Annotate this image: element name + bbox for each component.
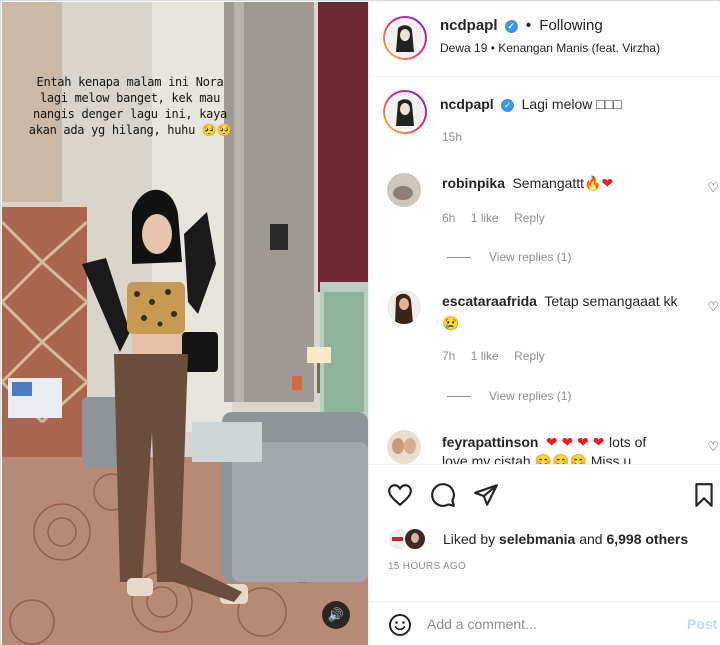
comment-likes[interactable]: 1 like bbox=[471, 349, 499, 363]
post-actions: Liked by selebmania and 6,998 others 15 … bbox=[369, 464, 720, 645]
like-heart-icon[interactable] bbox=[387, 482, 413, 508]
comment-bubble-icon[interactable] bbox=[430, 482, 456, 508]
comment-avatar[interactable] bbox=[387, 430, 421, 464]
comment-line: escataraafrida Tetap semangaaat kk 😢 bbox=[442, 293, 702, 332]
liked-by-count[interactable]: 6,998 others bbox=[606, 531, 688, 547]
comment-text: Tetap semangaaat kk bbox=[544, 293, 678, 309]
post-timestamp[interactable]: 15 HOURS AGO bbox=[388, 561, 466, 572]
comment-heart-emoji: ❤ bbox=[601, 175, 614, 191]
avatar-photo-icon bbox=[387, 173, 421, 207]
author-avatar[interactable] bbox=[383, 16, 427, 60]
comment-text-continued: love my cistah 😊😊😊 Miss u bbox=[442, 453, 632, 464]
liked-by-user[interactable]: selebmania bbox=[499, 531, 575, 547]
divider-line bbox=[447, 396, 471, 398]
comment-time: 6h bbox=[442, 211, 456, 225]
audio-track-link[interactable]: Dewa 19 • Kenangan Manis (feat. Virzha) bbox=[440, 41, 660, 55]
liker-avatar bbox=[403, 527, 427, 551]
like-comment-heart-icon[interactable]: ♡ bbox=[707, 299, 719, 315]
avatar-portrait-icon bbox=[396, 25, 414, 52]
emoji-smiley-icon[interactable] bbox=[388, 613, 412, 637]
separator-dot: • bbox=[525, 17, 532, 34]
post-sidebar: ncdpapl ✓ • Following Dewa 19 • Kenangan… bbox=[368, 2, 720, 645]
author-username[interactable]: ncdpapl bbox=[440, 17, 498, 34]
avatar-photo-icon bbox=[387, 430, 421, 464]
following-button[interactable]: Following bbox=[539, 17, 602, 34]
comment-likes[interactable]: 1 like bbox=[471, 211, 499, 225]
speaker-icon: 🔊 bbox=[327, 607, 345, 622]
divider-line bbox=[447, 257, 471, 259]
comment-username[interactable]: robinpika bbox=[442, 175, 505, 191]
like-comment-heart-icon[interactable]: ♡ bbox=[707, 439, 719, 455]
comments-list[interactable]: ncdpapl ✓ Lagi melow □□□ 15h robinpika S… bbox=[369, 78, 720, 464]
share-paper-plane-icon[interactable] bbox=[473, 482, 499, 508]
comment-avatar[interactable] bbox=[387, 290, 421, 324]
author-line: ncdpapl ✓ • Following bbox=[440, 17, 603, 34]
liked-by-text: Liked by selebmania and 6,998 others bbox=[443, 531, 688, 547]
comment-meta: 6h 1 like Reply bbox=[442, 211, 557, 225]
reply-button[interactable]: Reply bbox=[514, 349, 545, 363]
caption-avatar[interactable] bbox=[383, 90, 427, 134]
comment-line: robinpika Semangattt🔥❤ bbox=[442, 175, 613, 193]
avatar-photo-icon bbox=[387, 290, 421, 324]
view-replies-button[interactable]: View replies (1) bbox=[447, 389, 571, 403]
comment-text: Semangattt🔥 bbox=[512, 175, 602, 191]
caption-line: ncdpapl ✓ Lagi melow □□□ bbox=[440, 96, 622, 114]
comment-username[interactable]: escataraafrida bbox=[442, 293, 537, 309]
avatar-photo-icon bbox=[411, 533, 419, 543]
like-comment-heart-icon[interactable]: ♡ bbox=[707, 180, 719, 196]
liked-by-avatars bbox=[387, 527, 431, 551]
post-comment-button[interactable]: Post bbox=[687, 616, 717, 632]
comment-avatar[interactable] bbox=[387, 173, 421, 207]
mute-toggle-button[interactable]: 🔊 bbox=[322, 601, 350, 629]
save-bookmark-icon[interactable] bbox=[691, 482, 717, 508]
liked-by-prefix: Liked by bbox=[443, 531, 496, 547]
verified-badge-icon: ✓ bbox=[504, 20, 518, 33]
comment-line: feyrapattinson ❤ ❤ ❤ ❤ lots of love my c… bbox=[442, 433, 702, 464]
post-modal: Entah kenapa malam ini Nora lagi melow b… bbox=[0, 0, 720, 645]
post-header: ncdpapl ✓ • Following Dewa 19 • Kenangan… bbox=[369, 2, 720, 77]
view-replies-button[interactable]: View replies (1) bbox=[447, 250, 571, 264]
view-replies-label: View replies (1) bbox=[489, 250, 572, 264]
add-comment-bar: Post bbox=[369, 601, 720, 645]
comment-meta: 7h 1 like Reply bbox=[442, 349, 557, 363]
video-overlay-text: Entah kenapa malam ini Nora lagi melow b… bbox=[28, 75, 232, 137]
comment-hearts-emoji: ❤ ❤ ❤ ❤ bbox=[545, 434, 605, 450]
comment-time: 7h bbox=[442, 349, 456, 363]
caption-time: 15h bbox=[442, 130, 463, 144]
caption-text: Lagi melow □□□ bbox=[521, 96, 622, 112]
comment-emoji: 😢 bbox=[442, 315, 460, 331]
verified-badge-icon: ✓ bbox=[501, 99, 515, 112]
post-video[interactable]: Entah kenapa malam ini Nora lagi melow b… bbox=[2, 2, 368, 645]
reply-button[interactable]: Reply bbox=[514, 211, 545, 225]
comment-input[interactable] bbox=[427, 610, 667, 638]
liked-by-and: and bbox=[579, 531, 603, 547]
view-replies-label: View replies (1) bbox=[489, 389, 572, 403]
caption-username[interactable]: ncdpapl bbox=[440, 96, 494, 112]
comment-text: lots of bbox=[608, 434, 647, 450]
comment-username[interactable]: feyrapattinson bbox=[442, 434, 538, 450]
avatar-portrait-icon bbox=[396, 99, 414, 126]
